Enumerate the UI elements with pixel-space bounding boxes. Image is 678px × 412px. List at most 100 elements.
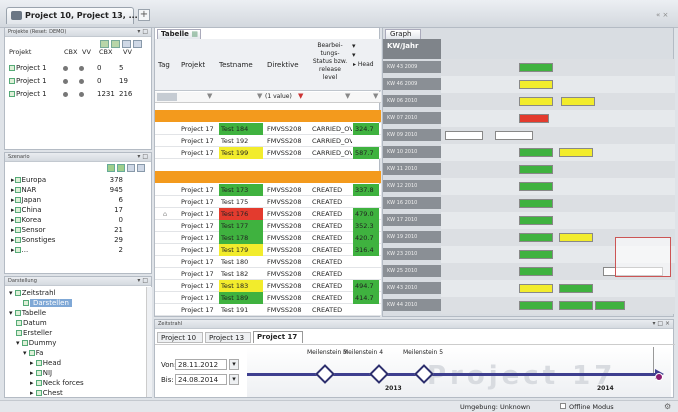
grid-icon[interactable]	[111, 40, 120, 48]
filter-icon[interactable]: ▼	[345, 92, 350, 100]
checkbox[interactable]	[16, 330, 22, 336]
grid-icon[interactable]	[127, 164, 135, 172]
project-row[interactable]: Project 1 0 5	[5, 63, 151, 74]
week-label[interactable]: KW 10 2010	[383, 146, 441, 158]
milestone-diamond-4[interactable]	[369, 364, 389, 384]
panel-controls[interactable]: ▾ □	[137, 28, 148, 35]
panel-controls[interactable]: ▾ □	[137, 153, 148, 160]
test-block[interactable]	[561, 97, 595, 106]
week-label[interactable]: KW 06 2010	[383, 95, 441, 107]
window-controls[interactable]: « ×	[656, 11, 668, 19]
col-header[interactable]: CBX	[99, 48, 112, 56]
von-date-input[interactable]: 28.11.2012	[175, 359, 227, 370]
test-block[interactable]	[519, 97, 553, 106]
bis-dropdown-button[interactable]: ▾	[229, 374, 239, 385]
week-label[interactable]: KW 23 2010	[383, 248, 441, 260]
filter-icon[interactable]	[122, 40, 131, 48]
checkbox[interactable]	[23, 300, 29, 306]
test-block[interactable]	[519, 63, 553, 72]
checkbox[interactable]	[35, 380, 42, 386]
week-label[interactable]: KW 25 2010	[383, 265, 441, 277]
panel-controls[interactable]: ▾ □	[137, 277, 148, 284]
chevron-down-icon[interactable]: ▾	[352, 42, 356, 50]
col-header-projekt[interactable]: Projekt	[181, 61, 205, 69]
refresh-icon[interactable]	[133, 40, 142, 48]
bis-date-input[interactable]: 24.08.2014	[175, 374, 227, 385]
test-block[interactable]	[519, 284, 553, 293]
tab-project-10[interactable]: Project 10	[157, 332, 203, 343]
week-label[interactable]: KW 11 2010	[383, 163, 441, 175]
table-row[interactable]: Project 17 Test 175 FMVSS208 CREATED	[155, 196, 381, 208]
col-header-testname[interactable]: Testname	[219, 61, 253, 69]
week-label[interactable]: KW 19 2010	[383, 231, 441, 243]
table-row[interactable]: Project 17 Test 178 FMVSS208 CREATED 420.7	[155, 232, 381, 244]
filter-icon[interactable]: ▼	[207, 92, 212, 100]
checkbox[interactable]	[35, 390, 42, 396]
checkbox[interactable]	[9, 91, 15, 97]
test-block[interactable]	[519, 250, 553, 259]
table-row[interactable]: Project 17 Test 179 FMVSS208 CREATED 316.4	[155, 244, 381, 256]
checkbox[interactable]	[28, 350, 35, 356]
project-row[interactable]: Project 1 1231 216	[5, 89, 151, 100]
col-header[interactable]: Projekt	[9, 48, 31, 56]
tree-toggle-icon[interactable]: ▸	[30, 379, 34, 387]
test-block[interactable]	[519, 165, 553, 174]
szenario-row[interactable]: ▸... 2	[5, 245, 151, 256]
timeline-end-marker[interactable]	[655, 373, 663, 381]
col-header[interactable]: CBX	[64, 48, 77, 56]
project-row[interactable]: Project 1 0 19	[5, 76, 151, 87]
col-header-direktive[interactable]: Direktive	[267, 61, 299, 69]
col-header-status[interactable]: Bearbei-tungs-Status bzw. release level	[311, 42, 349, 82]
offline-checkbox[interactable]	[560, 403, 566, 409]
week-label[interactable]: KW 17 2010	[383, 214, 441, 226]
test-block[interactable]	[445, 131, 483, 140]
checkbox[interactable]	[14, 237, 21, 243]
checkbox[interactable]	[14, 310, 21, 316]
tab-tabelle[interactable]: Tabelle ▦	[157, 29, 201, 39]
week-label[interactable]: KW 09 2010	[383, 129, 441, 141]
filter-active-icon[interactable]: ▼	[298, 92, 303, 100]
test-block[interactable]	[559, 301, 593, 310]
table-row[interactable]: Project 17 Test 180 FMVSS208 CREATED	[155, 256, 381, 268]
test-block[interactable]	[519, 233, 553, 242]
week-label[interactable]: KW 43 2010	[383, 282, 441, 294]
week-label[interactable]: KW 07 2010	[383, 112, 441, 124]
tree-toggle-icon[interactable]: ▾	[23, 349, 27, 357]
main-project-tab[interactable]: Project 10, Project 13, ... ×	[6, 7, 150, 24]
table-row[interactable]: Project 17 Test 183 FMVSS208 CREATED 494.7	[155, 280, 381, 292]
checkbox[interactable]	[9, 65, 15, 71]
checkbox[interactable]	[14, 187, 21, 193]
add-tab-button[interactable]: +	[138, 9, 150, 21]
test-block[interactable]	[519, 301, 553, 310]
grid-icon[interactable]	[117, 164, 125, 172]
test-block[interactable]	[519, 267, 553, 276]
table-row[interactable]: Project 17 Test 182 FMVSS208 CREATED	[155, 268, 381, 280]
week-label[interactable]: KW 12 2010	[383, 180, 441, 192]
test-block[interactable]	[519, 182, 553, 191]
filter-icon[interactable]: ▼	[257, 92, 262, 100]
week-label[interactable]: KW 16 2010	[383, 197, 441, 209]
test-block[interactable]	[559, 284, 593, 293]
checkbox[interactable]	[14, 177, 21, 183]
checkbox[interactable]	[35, 370, 42, 376]
settings-gear-icon[interactable]: ⚙	[664, 402, 671, 411]
test-block[interactable]	[519, 80, 553, 89]
table-row[interactable]: ⌂ Project 17 Test 176 FMVSS208 CREATED 479.0	[155, 208, 381, 220]
test-block[interactable]	[519, 114, 549, 123]
checkbox[interactable]	[14, 290, 21, 296]
table-row[interactable]: Project 17 Test 191 FMVSS208 CREATED	[155, 304, 381, 316]
table-row[interactable]: Project 17 Test 192 FMVSS208 CARRIED_OV	[155, 135, 381, 147]
filter-cell[interactable]	[157, 93, 177, 101]
test-block[interactable]	[595, 301, 625, 310]
chevron-down-icon[interactable]: ▾	[352, 51, 356, 59]
checkbox[interactable]	[14, 247, 21, 253]
test-block[interactable]	[519, 199, 553, 208]
checkbox[interactable]	[14, 207, 21, 213]
tab-project-13[interactable]: Project 13	[205, 332, 251, 343]
minimap-viewport[interactable]	[615, 237, 671, 277]
checkbox[interactable]	[16, 320, 22, 326]
week-label[interactable]: KW 46 2009	[383, 78, 441, 90]
checkbox[interactable]	[14, 197, 21, 203]
tab-graph[interactable]: Graph	[385, 29, 421, 39]
col-header[interactable]: VV	[123, 48, 132, 56]
